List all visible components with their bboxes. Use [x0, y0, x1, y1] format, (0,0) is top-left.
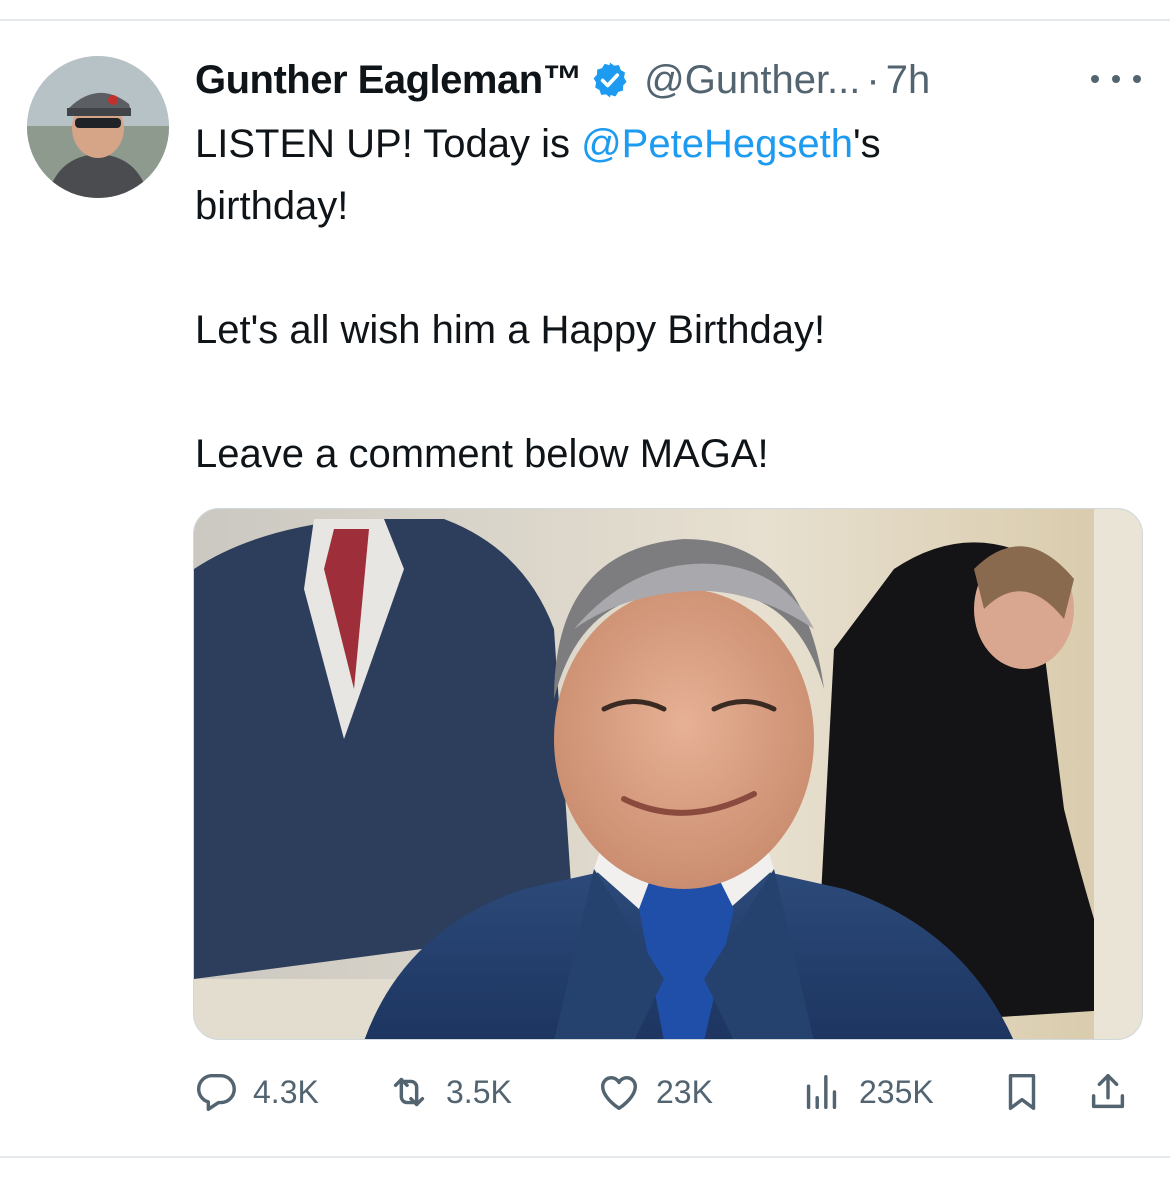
share-icon — [1085, 1069, 1131, 1115]
reply-icon — [193, 1069, 239, 1115]
like-button[interactable]: 23K — [596, 1062, 713, 1122]
bookmark-button[interactable] — [999, 1062, 1045, 1122]
tweet-header: Gunther Eagleman™ @Gunther... · 7h — [195, 52, 930, 108]
tweet-actions: 4.3K 3.5K 23K 235K — [193, 1062, 1143, 1122]
heart-icon — [596, 1069, 642, 1115]
separator-dot: · — [866, 57, 880, 102]
display-name[interactable]: Gunther Eagleman™ — [195, 58, 583, 103]
bookmark-icon — [999, 1069, 1045, 1115]
views-icon — [799, 1069, 845, 1115]
tweet-text: LISTEN UP! Today is @PeteHegseth's birth… — [195, 113, 1125, 485]
reply-button[interactable]: 4.3K — [193, 1062, 319, 1122]
tweet-line-2: birthday! — [195, 184, 349, 228]
tweet-media-image[interactable] — [193, 508, 1143, 1040]
bottom-divider — [0, 1156, 1170, 1158]
text-prefix: LISTEN UP! Today is — [195, 122, 582, 166]
top-divider — [0, 19, 1170, 21]
tweet-paragraph-2: Let's all wish him a Happy Birthday! — [195, 308, 826, 352]
more-dot — [1091, 75, 1099, 83]
author-handle[interactable]: @Gunther... — [644, 58, 860, 103]
tweet-paragraph-3: Leave a comment below MAGA! — [195, 432, 769, 476]
views-button[interactable]: 235K — [799, 1062, 934, 1122]
share-button[interactable] — [1085, 1062, 1131, 1122]
reply-count: 4.3K — [253, 1073, 319, 1110]
text-suffix: 's — [852, 122, 881, 166]
mention-link[interactable]: @PeteHegseth — [581, 122, 853, 166]
like-count: 23K — [656, 1073, 713, 1110]
more-icon[interactable] — [1091, 66, 1141, 92]
repost-count: 3.5K — [446, 1073, 512, 1110]
repost-icon — [386, 1069, 432, 1115]
tweet-line-1: LISTEN UP! Today is @PeteHegseth's — [195, 113, 1125, 175]
repost-button[interactable]: 3.5K — [386, 1062, 512, 1122]
more-dot — [1133, 75, 1141, 83]
more-dot — [1112, 75, 1120, 83]
verified-badge-icon[interactable] — [590, 60, 630, 100]
avatar[interactable] — [27, 56, 169, 198]
views-count: 235K — [859, 1073, 934, 1110]
tweet-timestamp[interactable]: 7h — [886, 58, 931, 103]
